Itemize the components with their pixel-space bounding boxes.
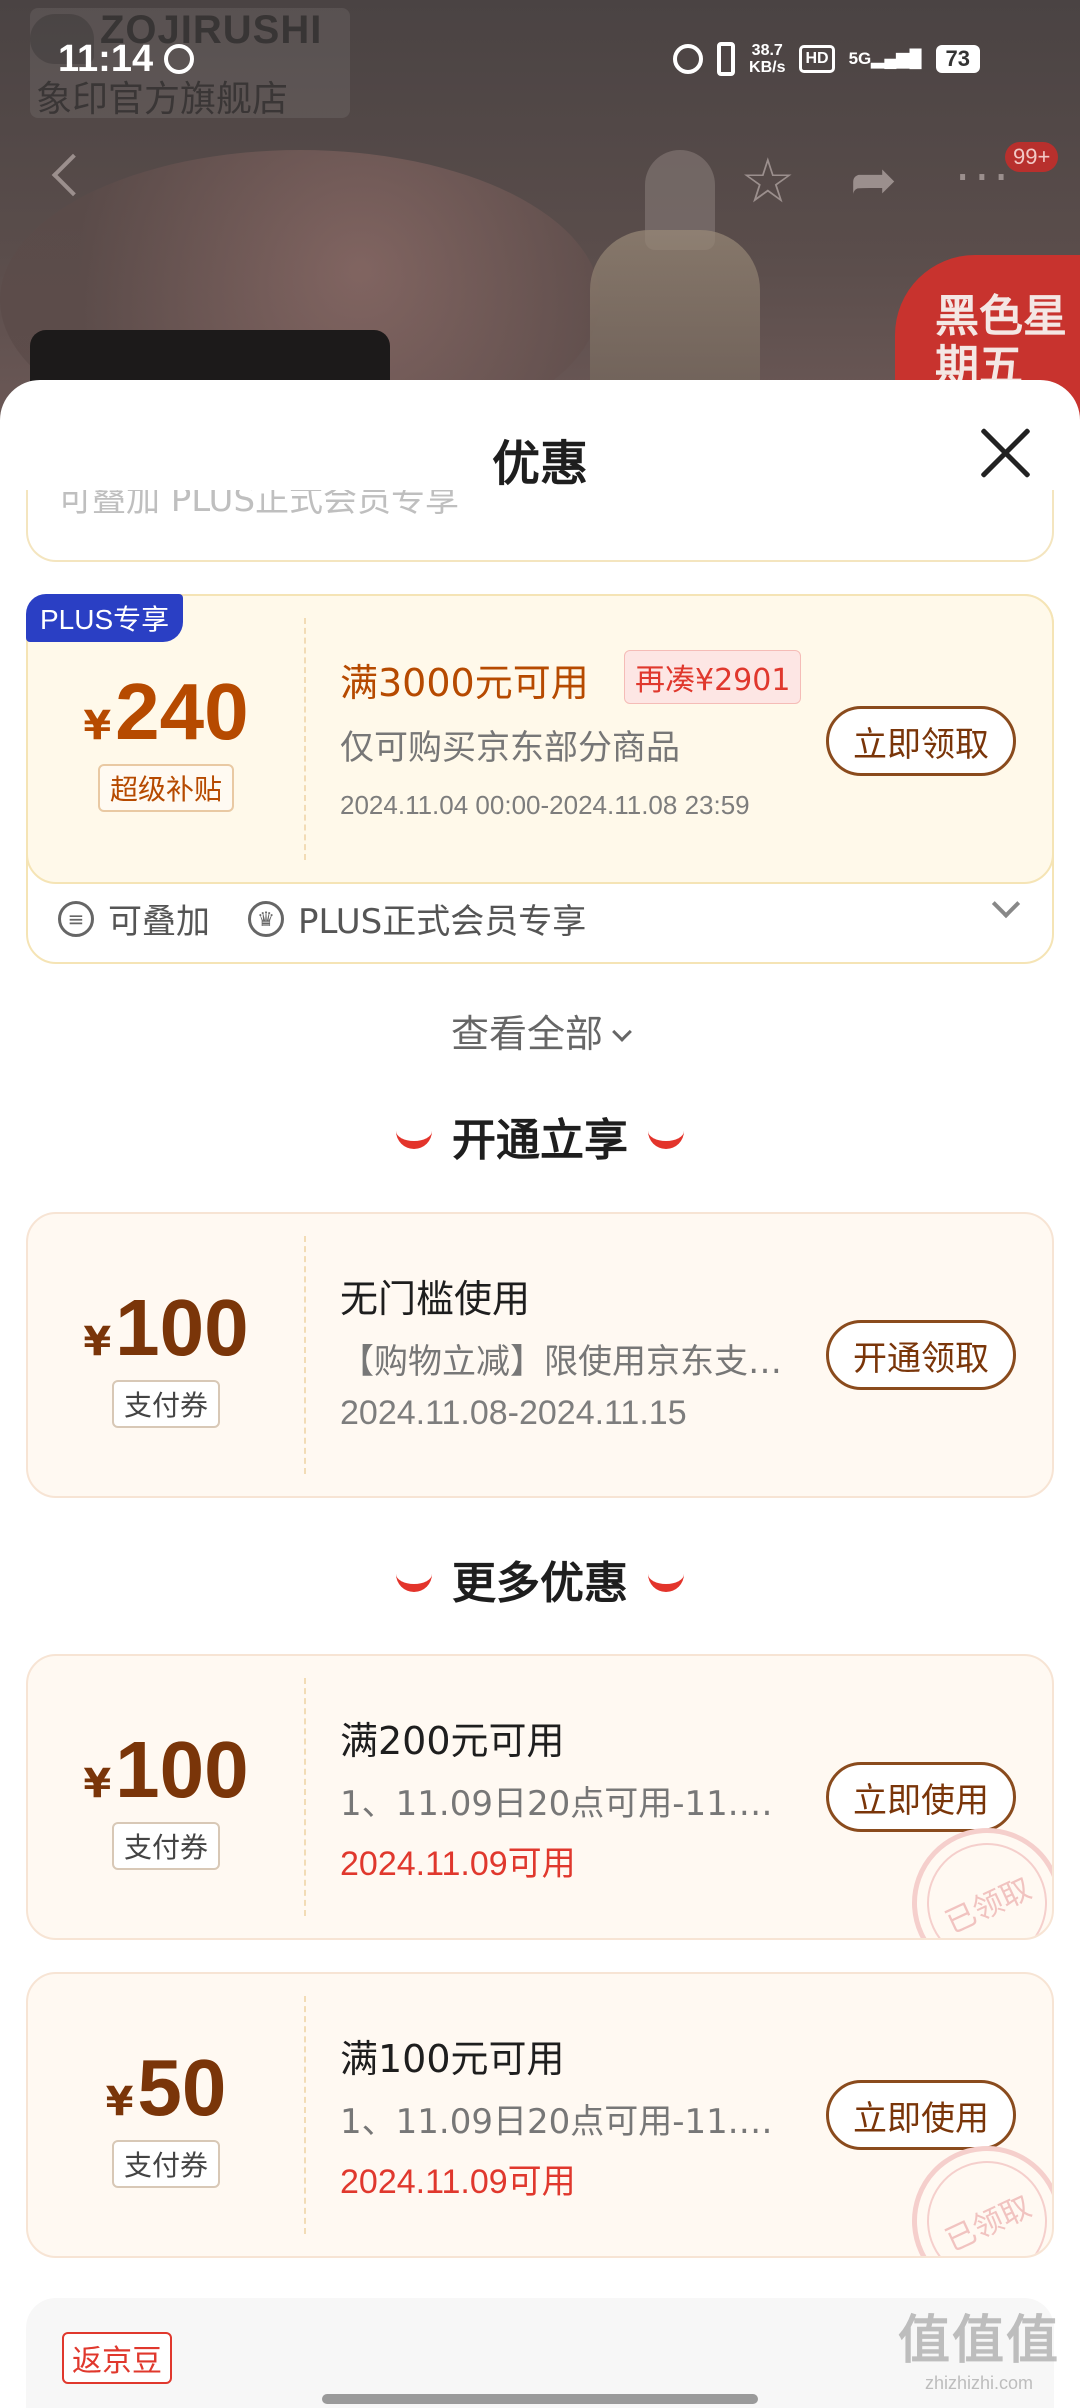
section-title: 更多优惠 [452,1558,628,1609]
coupon-scope: 1、11.09日20点可用-11.11… [340,1784,790,1824]
coupon-divider [304,1236,306,1474]
share-icon[interactable]: ➦ [850,150,897,212]
hd-icon: HD [799,45,835,73]
coupon-amount: ¥ 240 [83,666,248,758]
coupon-card: ¥ 50 支付券 满100元可用 1、11.09日20点可用-11.11… 20… [26,1972,1054,2258]
coupon-condition: 满200元可用 [340,1719,565,1763]
smile-decor-icon [396,1131,432,1149]
claim-button[interactable]: 立即领取 [826,706,1016,776]
view-all-link[interactable]: 查看全部 [0,1003,1080,1058]
amount-value: 240 [115,667,249,756]
watermark-url: zhizhizhi.com [924,2373,1034,2393]
stackable-icon: ≡ [58,900,94,937]
subsidy-tag: 超级补贴 [97,764,234,812]
member-label: PLUS正式会员专享 [298,902,587,942]
stackable-label: 可叠加 [108,902,210,942]
battery-icon: 73 [935,45,980,73]
coupon-type-tag: 支付券 [111,1822,220,1870]
status-icons: 38.7 KB/s HD 5G▂▄▆█ 73 [673,42,980,76]
coupon-details: 无门槛使用 【购物立减】限使用京东支… 2024.11.08-2024.11.1… [340,1214,840,1496]
coupon-amount: ¥ 100 [83,1724,248,1816]
coupon-validity: 2024.11.08-2024.11.15 [340,1394,687,1432]
previous-coupon-text: 可叠加 PLUS正式会员专享 [58,490,460,520]
currency-symbol: ¥ [83,703,112,749]
coupon-card: ¥ 100 支付券 无门槛使用 【购物立减】限使用京东支… 2024.11.08… [26,1212,1054,1498]
network-speed: 38.7 KB/s [749,42,785,76]
section-header-more: 更多优惠 [0,1547,1080,1611]
section-header-open: 开通立享 [0,1104,1080,1168]
coupon-attributes: ≡ 可叠加 ♛ PLUS正式会员专享 [58,894,586,943]
coupon-details: 满3000元可用 仅可购买京东部分商品 2024.11.04 00:00-202… [340,596,840,882]
plus-exclusive-tag: PLUS专享 [26,594,184,642]
coupon-details: 满200元可用 1、11.09日20点可用-11.11… 2024.11.09可… [340,1656,840,1938]
coupon-details: 满100元可用 1、11.09日20点可用-11.11… 2024.11.09可… [340,1974,840,2256]
network-speed-value: 38.7 [751,42,783,59]
coupon-amount-area: ¥ 50 支付券 [28,1974,304,2256]
coupon-type-tag: 支付券 [111,1380,220,1428]
currency-symbol: ¥ [83,1319,112,1365]
network-speed-unit: KB/s [749,59,786,76]
status-bar: 11:14 38.7 KB/s HD 5G▂▄▆█ 73 [0,0,1080,120]
coupon-amount-area: ¥ 100 支付券 [28,1214,304,1496]
location-icon [164,44,194,74]
star-icon[interactable]: ☆ [740,150,796,212]
coupon-amount: ¥ 100 [83,1282,248,1374]
coupon-scope: 【购物立减】限使用京东支… [340,1342,782,1382]
coupon-divider [304,1996,306,2234]
coupon-validity: 2024.11.09可用 [340,1845,576,1883]
previous-coupon-card: 可叠加 PLUS正式会员专享 [26,490,1054,562]
smile-decor-icon [396,1574,432,1592]
coupon-condition: 满100元可用 [340,2037,565,2081]
coupon-sheet: 优惠 可叠加 PLUS正式会员专享 ¥ 240 超级补贴 PLUS专享 满300… [0,380,1080,2408]
amount-value: 50 [137,2043,227,2132]
coupon-divider [304,1678,306,1916]
home-indicator[interactable] [322,2394,758,2404]
coupon-card: ¥ 100 支付券 满200元可用 1、11.09日20点可用-11.11… 2… [26,1654,1054,1940]
message-count-badge: 99+ [1005,142,1059,172]
close-icon[interactable] [978,426,1032,480]
coupon-amount-area: ¥ 100 支付券 [28,1656,304,1938]
network-type: 5G [848,49,872,68]
use-now-button[interactable]: 立即使用 [826,2080,1016,2150]
watermark-logo: 值值值 [897,2311,1060,2371]
smile-decor-icon [648,1131,684,1149]
clock: 11:14 [58,38,154,80]
coupon-amount: ¥ 50 [106,2042,227,2134]
signal-icon: 5G▂▄▆█ [848,49,922,68]
alarm-icon [673,44,704,74]
coupon-condition: 满3000元可用 [340,661,589,705]
sheet-title: 优惠 [491,436,588,492]
return-beans-tag: 返京豆 [62,2332,172,2384]
coupon-divider [304,618,306,860]
coupon-scope: 仅可购买京东部分商品 [340,728,680,768]
activate-claim-button[interactable]: 开通领取 [826,1320,1016,1390]
coupon-type-tag: 支付券 [111,2140,220,2188]
amount-needed-badge: 再凑¥2901 [624,650,802,704]
amount-value: 100 [115,1283,249,1372]
site-watermark: 值值值 zhizhizhi.com [898,2298,1060,2394]
plus-coupon-card: ¥ 240 超级补贴 PLUS专享 满3000元可用 仅可购买京东部分商品 20… [26,594,1054,964]
section-title: 开通立享 [452,1115,628,1166]
currency-symbol: ¥ [83,1761,112,1807]
promo-badge-text: 黑色星期五 [935,291,1067,392]
chevron-down-icon[interactable] [991,889,1021,919]
amount-value: 100 [115,1725,249,1814]
currency-symbol: ¥ [105,2079,134,2125]
vibrate-icon [717,42,736,76]
smile-decor-icon [648,1574,684,1592]
view-all-label: 查看全部 [450,1012,603,1056]
chevron-down-icon [612,1022,632,1042]
coupon-scope: 1、11.09日20点可用-11.11… [340,2102,790,2142]
plus-coupon-body: ¥ 240 超级补贴 PLUS专享 满3000元可用 仅可购买京东部分商品 20… [26,594,1054,884]
use-now-button[interactable]: 立即使用 [826,1762,1016,1832]
crown-icon: ♛ [248,900,284,937]
coupon-validity: 2024.11.09可用 [340,2163,576,2201]
coupon-condition: 无门槛使用 [340,1277,531,1321]
back-icon[interactable] [51,153,95,197]
coupon-validity: 2024.11.04 00:00-2024.11.08 23:59 [340,790,750,820]
